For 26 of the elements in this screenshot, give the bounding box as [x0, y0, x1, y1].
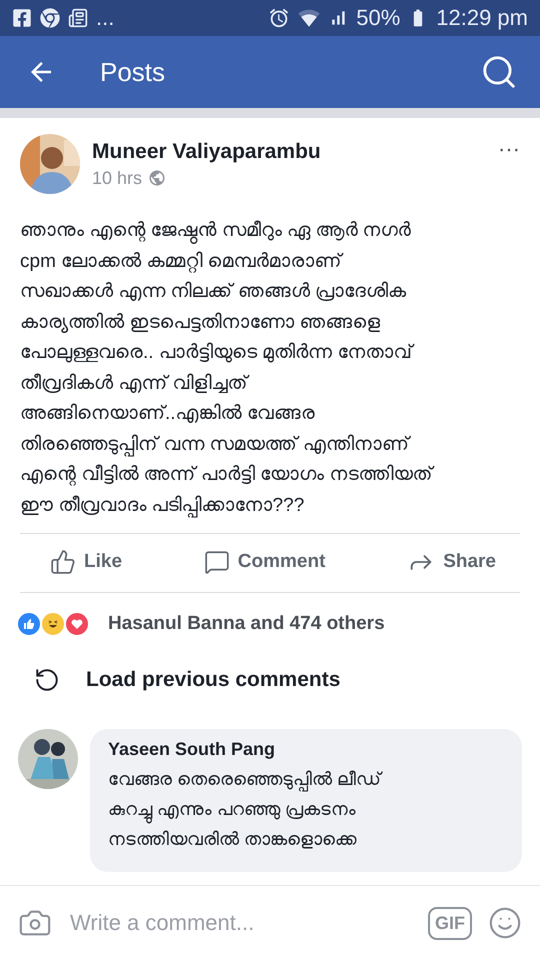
comment-button[interactable]: Comment	[204, 544, 326, 580]
post-time: 10 hrs	[92, 168, 142, 188]
news-icon	[68, 8, 88, 28]
like-button[interactable]: Like	[50, 544, 122, 580]
reaction-summary[interactable]: Hasanul Banna and 474 others	[108, 613, 385, 635]
author-name[interactable]: Muneer Valiyaparambu	[92, 140, 486, 164]
comment-text: വേങ്ങര തെരെഞ്ഞെടുപ്പിൽ ലീഡ് കുറച്ചു എന്നും പറഞ്ഞു പ്രകടനം നടത്തിയവരിൽ താങ്കളൊക്കെ	[108, 768, 384, 851]
reload-icon	[34, 667, 60, 693]
alarm-icon	[268, 7, 290, 29]
page-title: Posts	[100, 56, 166, 88]
speech-bubble-icon	[204, 549, 230, 575]
comment-author[interactable]: Yaseen South Pang	[108, 739, 504, 760]
globe-icon	[148, 169, 166, 187]
more-options[interactable]: ···	[498, 136, 520, 162]
emoji-icon[interactable]	[488, 906, 522, 940]
clock: 12:29 pm	[436, 5, 528, 31]
thumbs-up-icon	[50, 549, 76, 575]
post-text: ഞാനും എന്റെ ജേഷ്ഠൻ സമീറും ഏ ആർ നഗർ cpm ലോക്കൽ കമ്മറ്റി മെമ്പർമാരാണ് സഖാക്കൾ എന്ന നിലക്ക് ഞങ്ങൾ പ്രാദേശിക കാര്യത്തിൽ ഇടപെട്ടതിനാണോ ഞങ്ങളെ പോലുള്ളവരെ.. പാർട്ടിയുടെ മുതിർന്ന നേതാവ് തീവ്രദികൾ എന്ന് വിളിച്ചത് അങ്ങിനെയാണ്..എങ്കിൽ വേങ്ങര തിരഞ്ഞെടുപ്പിന് വന്ന സമയത്ത് എന്തിനാണ് എന്റെ വീട്ടിൽ അന്ന് പാർട്ടി യോഗം നടത്തിയത് ഈ തീവ്രവാദം പടിപ്പിക്കാനോ???	[20, 219, 436, 520]
notification-overflow: ...	[96, 5, 114, 31]
share-button[interactable]: Share	[407, 544, 496, 580]
battery-percentage: 50%	[356, 5, 400, 31]
facebook-icon	[12, 8, 32, 28]
load-previous-button[interactable]: Load previous comments	[0, 645, 540, 715]
wifi-icon	[298, 7, 320, 29]
comment-field[interactable]: Write a comment...	[68, 909, 412, 937]
browser-icon	[40, 8, 60, 28]
